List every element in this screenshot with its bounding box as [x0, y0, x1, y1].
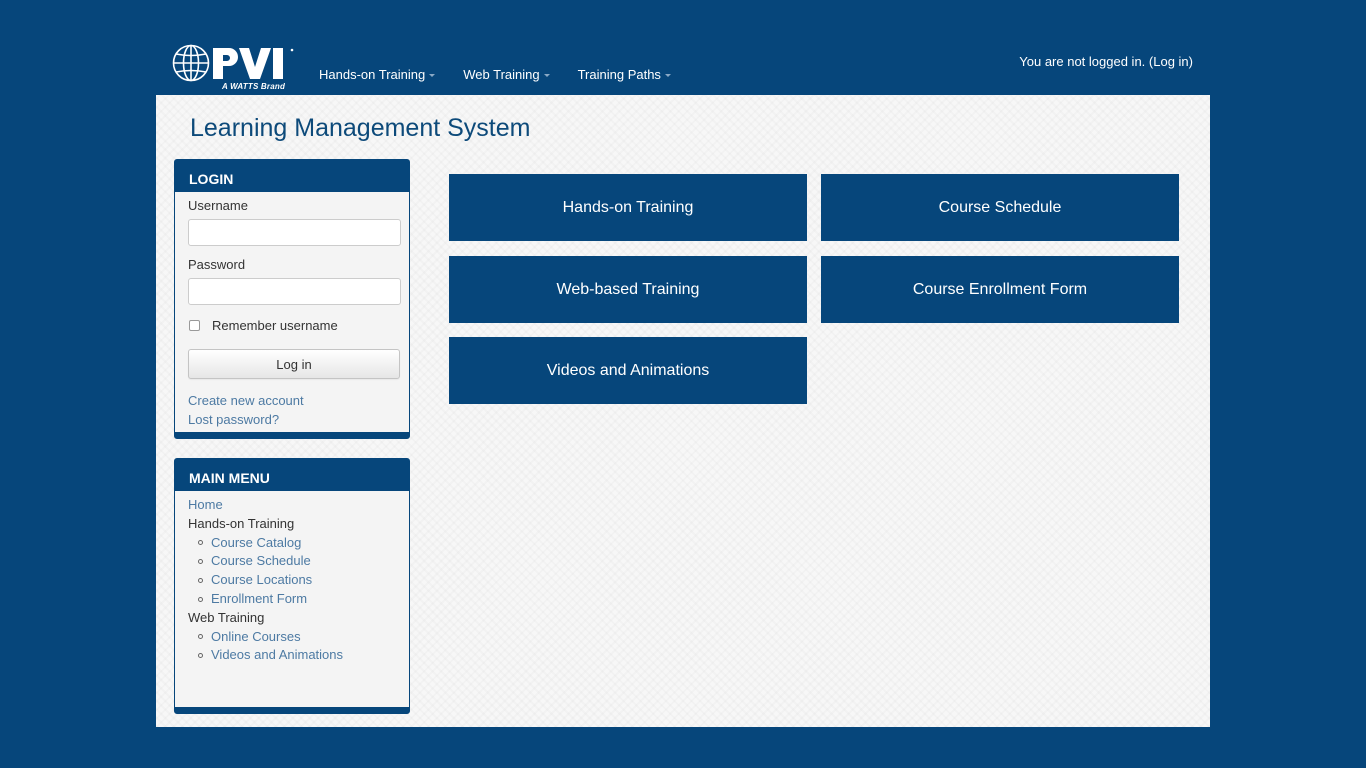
menu-item-course-schedule[interactable]: Course Schedule [188, 552, 396, 571]
menu-item-label: Videos and Animations [211, 647, 344, 663]
main-menu-title: MAIN MENU [175, 459, 409, 491]
login-button[interactable]: Log in [188, 349, 400, 379]
bullet-icon [198, 634, 203, 640]
tile-videos-animations[interactable]: Videos and Animations [449, 337, 807, 404]
main-menu-list: Home Hands-on Training Course Catalog Co… [175, 491, 409, 670]
username-label: Username [188, 198, 248, 213]
main-menu-block: MAIN MENU Home Hands-on Training Course … [174, 458, 410, 714]
nav-hands-on-training[interactable]: Hands-on Training [319, 67, 436, 82]
header-login-link[interactable]: Log in [1153, 54, 1188, 69]
username-input[interactable] [188, 219, 401, 246]
login-block: LOGIN Username Password Remember usernam… [174, 159, 410, 439]
login-status-close: ) [1188, 54, 1193, 69]
tile-course-enrollment-form[interactable]: Course Enrollment Form [821, 256, 1179, 323]
chevron-down-icon [664, 74, 671, 78]
menu-item-label: Enrollment Form [211, 590, 308, 606]
tile-course-schedule[interactable]: Course Schedule [821, 174, 1179, 241]
nav-training-paths[interactable]: Training Paths [578, 67, 671, 82]
login-status-text: You are not logged in. ( [1019, 54, 1154, 69]
remember-username-checkbox[interactable] [189, 320, 200, 331]
menu-item-enrollment-form[interactable]: Enrollment Form [188, 590, 396, 609]
menu-item-videos-animations[interactable]: Videos and Animations [188, 646, 396, 665]
menu-home[interactable]: Home [188, 496, 396, 515]
bullet-icon [198, 559, 203, 565]
top-navbar: A WATTS Brand Hands-on Training Web Trai… [156, 44, 1210, 95]
password-label: Password [188, 257, 246, 272]
main-nav: Hands-on Training Web Training Training … [319, 67, 699, 82]
menu-item-course-locations[interactable]: Course Locations [188, 571, 396, 590]
nav-label: Web Training [463, 67, 540, 82]
pvi-logo[interactable]: A WATTS Brand [172, 44, 300, 94]
nav-label: Hands-on Training [319, 67, 426, 82]
menu-item-online-courses[interactable]: Online Courses [188, 628, 396, 647]
menu-item-label: Course Locations [211, 572, 313, 588]
bullet-icon [198, 653, 203, 659]
menu-item-label: Course Schedule [211, 553, 311, 569]
chevron-down-icon [429, 74, 436, 78]
nav-label: Training Paths [577, 67, 661, 82]
page-title: Learning Management System [190, 114, 531, 142]
menu-section-web-training: Web Training [188, 609, 265, 625]
login-form: Username Password Remember username Log … [175, 192, 409, 434]
bullet-icon [198, 578, 203, 584]
nav-web-training[interactable]: Web Training [463, 67, 550, 82]
remember-username-label: Remember username [212, 318, 338, 333]
pvi-logo-mark [172, 44, 294, 82]
page-frame: A WATTS Brand Hands-on Training Web Trai… [156, 44, 1210, 727]
password-input[interactable] [188, 278, 401, 305]
login-block-title: LOGIN [175, 160, 409, 192]
bullet-icon [198, 596, 203, 602]
menu-item-label: Online Courses [211, 628, 301, 644]
tile-hands-on-training[interactable]: Hands-on Training [449, 174, 807, 241]
login-status: You are not logged in. (Log in) [1019, 54, 1193, 69]
bullet-icon [198, 540, 203, 546]
remember-username-row: Remember username [188, 318, 396, 333]
tile-web-based-training[interactable]: Web-based Training [449, 256, 807, 323]
chevron-down-icon [543, 74, 550, 78]
brand-tagline: A WATTS Brand [222, 82, 286, 91]
lost-password-link[interactable]: Lost password? [188, 410, 396, 429]
menu-item-course-catalog[interactable]: Course Catalog [188, 534, 396, 553]
create-account-link[interactable]: Create new account [188, 391, 396, 410]
main-content: Learning Management System LOGIN Usernam… [156, 95, 1210, 727]
menu-section-hands-on: Hands-on Training [188, 515, 295, 531]
menu-item-label: Course Catalog [211, 534, 302, 550]
